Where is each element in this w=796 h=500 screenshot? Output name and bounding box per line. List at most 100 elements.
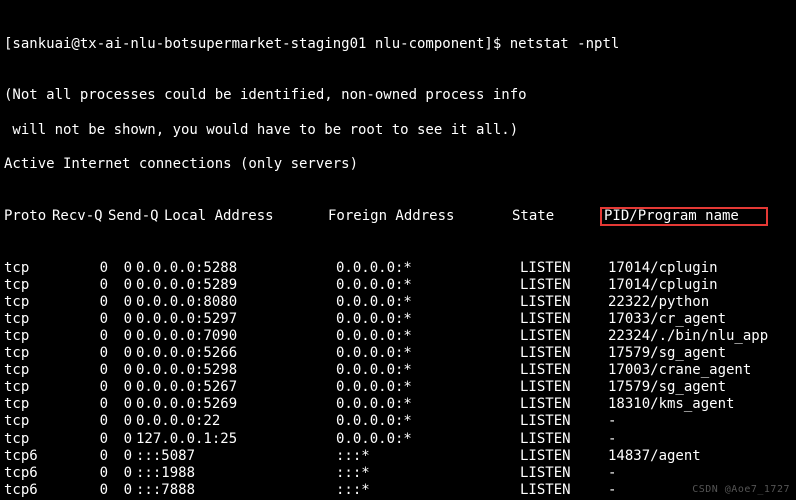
connections-title: Active Internet connections (only server… [4,156,792,173]
cell-recvq: 0 [52,294,116,311]
cell-proto: tcp6 [4,465,52,482]
cell-recvq: 0 [52,448,116,465]
cell-pid: - [608,465,616,482]
cell-sendq: 0 [116,448,132,465]
cell-recvq: 0 [52,345,116,362]
cell-local: :::7888 [132,482,336,499]
cell-proto: tcp [4,413,52,430]
prompt-line-1[interactable]: [sankuai@tx-ai-nlu-botsupermarket-stagin… [4,36,792,53]
watermark-text: CSDN @Aoe7_1727 [692,484,790,496]
table-row: tcp000.0.0.0:52690.0.0.0:*LISTEN18310/km… [4,396,792,413]
cell-foreign: 0.0.0.0:* [336,260,520,277]
cell-local: 0.0.0.0:5297 [132,311,336,328]
cell-sendq: 0 [116,482,132,499]
header-state: State [512,208,600,225]
header-pid-highlight: PID/Program name [600,207,768,226]
cell-state: LISTEN [520,413,608,430]
cell-state: LISTEN [520,379,608,396]
cell-recvq: 0 [52,362,116,379]
table-row: tcp000.0.0.0:52970.0.0.0:*LISTEN17033/cr… [4,311,792,328]
cell-foreign: 0.0.0.0:* [336,431,520,448]
cell-sendq: 0 [116,294,132,311]
cell-sendq: 0 [116,345,132,362]
cell-pid: - [608,431,616,448]
header-recvq: Recv-Q [52,208,108,225]
cell-state: LISTEN [520,482,608,499]
cell-sendq: 0 [116,413,132,430]
header-proto: Proto [4,208,52,225]
cell-pid: 17003/crane_agent [608,362,751,379]
cell-recvq: 0 [52,482,116,499]
cell-state: LISTEN [520,396,608,413]
cell-sendq: 0 [116,431,132,448]
cell-sendq: 0 [116,328,132,345]
cell-foreign: 0.0.0.0:* [336,345,520,362]
cell-state: LISTEN [520,311,608,328]
cell-state: LISTEN [520,328,608,345]
cell-recvq: 0 [52,311,116,328]
warning-line-1: (Not all processes could be identified, … [4,87,792,104]
cell-pid: 14837/agent [608,448,701,465]
cell-recvq: 0 [52,465,116,482]
cell-pid: 18310/kms_agent [608,396,734,413]
cell-state: LISTEN [520,294,608,311]
cell-proto: tcp [4,277,52,294]
cell-sendq: 0 [116,260,132,277]
cell-recvq: 0 [52,328,116,345]
cell-proto: tcp [4,362,52,379]
cell-pid: 17579/sg_agent [608,379,726,396]
cell-state: LISTEN [520,260,608,277]
table-row: tcp000.0.0.0:52660.0.0.0:*LISTEN17579/sg… [4,345,792,362]
cell-state: LISTEN [520,345,608,362]
table-row: tcp000.0.0.0:80800.0.0.0:*LISTEN22322/py… [4,294,792,311]
header-pid: PID/Program name [604,208,739,224]
cell-foreign: :::* [336,465,520,482]
table-row: tcp000.0.0.0:52670.0.0.0:*LISTEN17579/sg… [4,379,792,396]
cell-pid: 17033/cr_agent [608,311,726,328]
cell-recvq: 0 [52,260,116,277]
cell-pid: 22322/python [608,294,709,311]
cell-foreign: :::* [336,482,520,499]
cell-foreign: :::* [336,448,520,465]
cell-local: 0.0.0.0:5288 [132,260,336,277]
cell-proto: tcp6 [4,448,52,465]
cell-foreign: 0.0.0.0:* [336,311,520,328]
cell-foreign: 0.0.0.0:* [336,379,520,396]
cell-recvq: 0 [52,277,116,294]
table-row: tcp600:::7888:::*LISTEN- [4,482,792,499]
cell-pid: 17579/sg_agent [608,345,726,362]
prompt-user-host: [sankuai@tx-ai-nlu-botsupermarket-stagin… [4,36,510,52]
cell-proto: tcp [4,396,52,413]
table-row: tcp000.0.0.0:220.0.0.0:*LISTEN- [4,413,792,430]
table-row: tcp600:::5087:::*LISTEN14837/agent [4,448,792,465]
header-foreign: Foreign Address [328,208,512,225]
cell-local: 127.0.0.1:25 [132,431,336,448]
cell-local: :::1988 [132,465,336,482]
cell-state: LISTEN [520,465,608,482]
header-sendq: Send-Q [108,208,164,225]
cell-proto: tcp [4,379,52,396]
table-row: tcp00127.0.0.1:250.0.0.0:*LISTEN- [4,431,792,448]
cell-recvq: 0 [52,431,116,448]
cell-pid: - [608,413,616,430]
table-row: tcp000.0.0.0:52980.0.0.0:*LISTEN17003/cr… [4,362,792,379]
cell-recvq: 0 [52,379,116,396]
cell-pid: - [608,482,616,499]
cell-local: 0.0.0.0:5298 [132,362,336,379]
table-row: tcp000.0.0.0:52880.0.0.0:*LISTEN17014/cp… [4,260,792,277]
cell-state: LISTEN [520,362,608,379]
cell-proto: tcp [4,311,52,328]
cell-local: 0.0.0.0:5267 [132,379,336,396]
cell-sendq: 0 [116,379,132,396]
cell-proto: tcp [4,260,52,277]
cell-local: 0.0.0.0:5289 [132,277,336,294]
cell-sendq: 0 [116,396,132,413]
cell-local: 0.0.0.0:8080 [132,294,336,311]
cell-foreign: 0.0.0.0:* [336,294,520,311]
cell-local: 0.0.0.0:5266 [132,345,336,362]
terminal-output: [sankuai@tx-ai-nlu-botsupermarket-stagin… [0,0,796,500]
cell-recvq: 0 [52,413,116,430]
cell-foreign: 0.0.0.0:* [336,277,520,294]
cell-proto: tcp6 [4,482,52,499]
cell-state: LISTEN [520,277,608,294]
